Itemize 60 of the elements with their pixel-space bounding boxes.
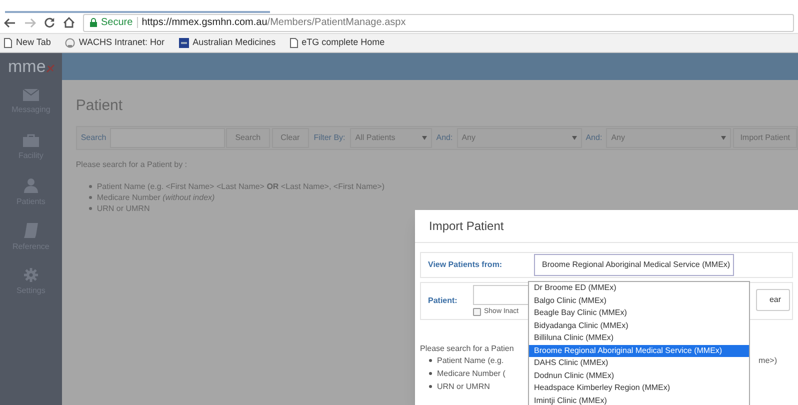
- logo: mme: [8, 56, 46, 78]
- dropdown-option[interactable]: Billiluna Clinic (MMEx): [529, 332, 749, 344]
- search-label: Search: [80, 132, 108, 144]
- bullet-icon: [429, 372, 432, 375]
- bookmark-link[interactable]: WACHS Intranet: Hor: [64, 36, 165, 50]
- criterion-text: URN or UMRN: [96, 202, 150, 214]
- caret-icon: [572, 136, 577, 140]
- bullet-icon: [429, 359, 432, 362]
- dropdown-option[interactable]: Bidyadanga Clinic (MMEx): [529, 320, 749, 332]
- bookmark-link[interactable]: Australian Medicines: [178, 36, 276, 50]
- cross-mark-icon: [46, 64, 55, 73]
- address-bar[interactable]: Secure https://mmex.gsmhn.com.au/Members/PatientManage.aspx: [83, 14, 794, 32]
- filter-label: And:: [435, 132, 454, 144]
- home-icon[interactable]: [63, 17, 75, 28]
- instructions-text: Please search for a Patien: [420, 344, 514, 353]
- page-title: Patient: [76, 97, 123, 114]
- bullet-icon: [88, 185, 92, 188]
- url-text: https://mmex.gsmhn.com.au/Members/PatientManage.aspx: [142, 16, 406, 30]
- briefcase-icon: [22, 134, 39, 146]
- page-icon: [4, 38, 12, 48]
- criterion-text: Medicare Number (without index): [96, 192, 215, 204]
- bookmark-link[interactable]: eTG complete Home: [290, 36, 385, 50]
- field-label: View Patients from:: [428, 259, 504, 271]
- field-label: Patient:: [428, 295, 458, 307]
- dropdown-option[interactable]: Dodnun Clinic (MMEx): [529, 370, 749, 382]
- dropdown-option[interactable]: DAHS Clinic (MMEx): [529, 357, 749, 370]
- caret-icon: [422, 136, 428, 140]
- globe-icon: [64, 38, 75, 48]
- person-icon: [24, 178, 38, 192]
- dropdown-option[interactable]: Headspace Kimberley Region (MMEx): [529, 382, 749, 394]
- dropdown-option[interactable]: Broome Regional Aboriginal Medical Service (MMEx): [529, 344, 749, 357]
- back-icon[interactable]: [4, 18, 16, 28]
- gear-icon: [24, 268, 38, 282]
- criterion-text: me>): [758, 354, 777, 366]
- lock-icon: [90, 18, 97, 27]
- criterion-text: URN or UMRN: [437, 380, 490, 392]
- criterion-text: Patient Name (e.g.: [437, 354, 504, 366]
- filter-label: Filter By:: [312, 132, 346, 144]
- dropdown-option[interactable]: Imintji Clinic (MMEx): [529, 394, 749, 405]
- criterion-text: Medicare Number (: [437, 368, 506, 380]
- bookmark-link[interactable]: New Tab: [4, 36, 51, 50]
- bullet-icon: [429, 385, 432, 388]
- caret-icon: [721, 136, 726, 140]
- clear-button[interactable]: ear: [756, 289, 790, 311]
- filter-label: And:: [584, 132, 604, 144]
- page-icon: [290, 38, 298, 48]
- instructions-text: Please search for a Patient by :: [76, 159, 188, 171]
- dropdown-option[interactable]: Dr Broome ED (MMEx): [529, 282, 749, 294]
- modal-title: Import Patient: [415, 210, 798, 243]
- book-icon: [24, 222, 38, 238]
- logo-icon: [178, 38, 189, 48]
- bullet-icon: [88, 196, 92, 199]
- criterion-text: Patient Name (e.g. <First Name> <Last Name> OR <Last Name>, <First Name>): [96, 180, 385, 192]
- bullet-icon: [88, 207, 92, 210]
- dropdown-option[interactable]: Beagle Bay Clinic (MMEx): [529, 307, 749, 320]
- secure-label: Secure: [101, 16, 133, 30]
- envelope-icon: [22, 89, 39, 101]
- dropdown-option[interactable]: Balgo Clinic (MMEx): [529, 294, 749, 307]
- view-patients-select[interactable]: Broome Regional Aboriginal Medical Service (MMEx): [534, 254, 734, 276]
- reload-icon[interactable]: [44, 17, 55, 28]
